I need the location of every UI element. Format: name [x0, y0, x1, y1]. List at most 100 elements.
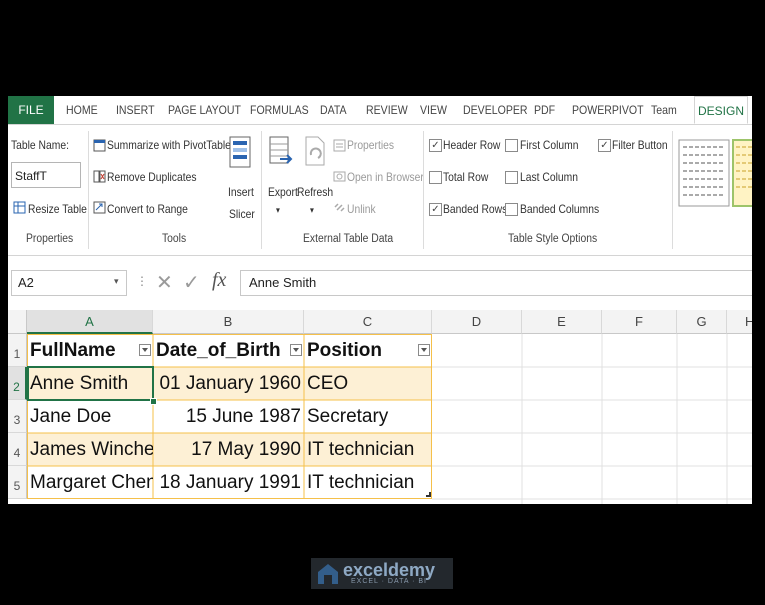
column-header-b[interactable]: B [153, 310, 304, 334]
tab-file[interactable]: FILE [8, 96, 54, 124]
table-cell[interactable]: CEO [304, 367, 432, 400]
banded-columns-checkbox[interactable] [505, 203, 518, 216]
table-cell[interactable]: 17 May 1990 [153, 433, 304, 466]
table-cell[interactable]: 15 June 1987 [153, 400, 304, 433]
tab-review[interactable]: REVIEW [366, 96, 408, 124]
insert-slicer-icon [229, 136, 251, 168]
formula-input[interactable]: Anne Smith [240, 270, 752, 296]
remove-duplicates-button[interactable]: Remove Duplicates [107, 170, 196, 184]
properties-button[interactable]: Properties [347, 138, 394, 152]
row-header-5[interactable]: 5 [8, 466, 27, 499]
column-header-d[interactable]: D [432, 310, 522, 334]
table-name-input[interactable]: StaffT [11, 162, 81, 188]
table-name-label: Table Name: [11, 138, 69, 152]
table-header-position[interactable]: Position [304, 334, 432, 367]
filter-dropdown-icon[interactable] [290, 344, 302, 356]
fill-handle[interactable] [150, 398, 157, 405]
table-header-date-of-birth[interactable]: Date_of_Birth [153, 334, 304, 367]
properties-icon [333, 139, 346, 152]
insert-slicer-label-2[interactable]: Slicer [229, 207, 255, 221]
export-button[interactable]: Export [268, 185, 298, 199]
tab-team[interactable]: Team [651, 96, 677, 124]
empty-cells-gridlines [432, 334, 752, 504]
enter-icon[interactable]: ✓ [183, 270, 200, 295]
tab-insert[interactable]: INSERT [116, 96, 155, 124]
name-box[interactable]: A2 [11, 270, 127, 296]
column-header-g[interactable]: G [677, 310, 727, 334]
resize-table-icon [13, 201, 26, 214]
tab-view[interactable]: VIEW [420, 96, 447, 124]
tab-pdf[interactable]: PDF [534, 96, 555, 124]
ribbon-separator [88, 131, 89, 249]
exceldemy-logo-icon [318, 564, 338, 584]
open-in-browser-button[interactable]: Open in Browser [347, 170, 424, 184]
table-cell[interactable]: Secretary [304, 400, 432, 433]
export-dropdown-icon[interactable]: ▾ [276, 205, 280, 216]
column-header-h[interactable]: H [727, 310, 752, 334]
table-cell[interactable]: IT technician [304, 433, 432, 466]
table-cell[interactable]: Jane Doe [27, 400, 153, 433]
filter-dropdown-icon[interactable] [139, 344, 151, 356]
table-styles-gallery[interactable] [678, 139, 752, 211]
row-header-2[interactable]: 2 [8, 367, 27, 400]
select-all-corner[interactable] [8, 310, 27, 334]
excel-window: FILE HOME INSERT PAGE LAYOUT FORMULAS DA… [8, 96, 752, 504]
insert-function-icon[interactable]: fx [212, 269, 226, 292]
tab-data[interactable]: DATA [320, 96, 347, 124]
filter-dropdown-icon[interactable] [418, 344, 430, 356]
tab-developer[interactable]: DEVELOPER [463, 96, 528, 124]
row-header-3[interactable]: 3 [8, 400, 27, 433]
table-cell[interactable]: 01 January 1960 [153, 367, 304, 400]
row-header-4[interactable]: 4 [8, 433, 27, 466]
last-column-checkbox[interactable] [505, 171, 518, 184]
total-row-checkbox[interactable] [429, 171, 442, 184]
open-in-browser-icon [333, 171, 346, 182]
checkmark-icon: ✓ [431, 140, 440, 151]
row-header-1[interactable]: 1 [8, 334, 27, 367]
tab-formulas[interactable]: FORMULAS [250, 96, 309, 124]
column-header-c[interactable]: C [304, 310, 432, 334]
total-row-label: Total Row [443, 170, 489, 184]
convert-to-range-button[interactable]: Convert to Range [107, 202, 188, 216]
filter-button-checkbox[interactable]: ✓ [598, 139, 611, 152]
name-box-dropdown-icon[interactable]: ▾ [114, 276, 119, 287]
unlink-icon [334, 203, 345, 212]
tab-powerpivot[interactable]: POWERPIVOT [572, 96, 644, 124]
refresh-dropdown-icon[interactable]: ▾ [310, 205, 314, 216]
tab-design[interactable]: DESIGN [694, 96, 748, 124]
tab-home[interactable]: HOME [66, 96, 98, 124]
cancel-icon[interactable]: ✕ [156, 270, 173, 295]
unlink-button[interactable]: Unlink [347, 202, 376, 216]
banded-rows-checkbox[interactable]: ✓ [429, 203, 442, 216]
ribbon-separator [672, 131, 673, 249]
properties-group-label: Properties [26, 233, 74, 245]
column-header-e[interactable]: E [522, 310, 602, 334]
remove-duplicates-icon [93, 170, 106, 183]
checkmark-icon: ✓ [431, 204, 440, 215]
tab-page-layout[interactable]: PAGE LAYOUT [168, 96, 241, 124]
insert-slicer-label-1[interactable]: Insert [228, 185, 254, 199]
header-row-checkbox[interactable]: ✓ [429, 139, 442, 152]
ribbon-tab-bar: FILE HOME INSERT PAGE LAYOUT FORMULAS DA… [8, 96, 752, 125]
active-cell-selection [27, 366, 154, 401]
table-resize-handle[interactable] [426, 492, 431, 497]
first-column-checkbox[interactable] [505, 139, 518, 152]
refresh-button[interactable]: Refresh [297, 185, 333, 199]
header-row-label: Header Row [443, 138, 501, 152]
name-box-value: A2 [18, 275, 34, 290]
formula-bar: A2 ▾ ⋮ ✕ ✓ fx Anne Smith [8, 268, 752, 298]
table-cell[interactable]: Margaret Chen [27, 466, 153, 499]
table-cell[interactable]: IT technician [304, 466, 432, 499]
table-style-options-group-label: Table Style Options [508, 233, 598, 245]
column-header-f[interactable]: F [602, 310, 677, 334]
resize-table-button[interactable]: Resize Table [28, 202, 87, 216]
worksheet-grid: A B C D E F G H 1 2 3 4 5 FullName Date_… [8, 310, 752, 504]
watermark-subtitle: EXCEL · DATA · BI [351, 578, 427, 585]
table-cell[interactable]: James Winchester [27, 433, 153, 466]
table-header-fullname[interactable]: FullName [27, 334, 153, 367]
filter-button-label: Filter Button [612, 138, 668, 152]
column-header-a[interactable]: A [27, 310, 153, 334]
summarize-pivot-button[interactable]: Summarize with PivotTable [107, 138, 231, 152]
ribbon-separator [261, 131, 262, 249]
table-cell[interactable]: 18 January 1991 [153, 466, 304, 499]
